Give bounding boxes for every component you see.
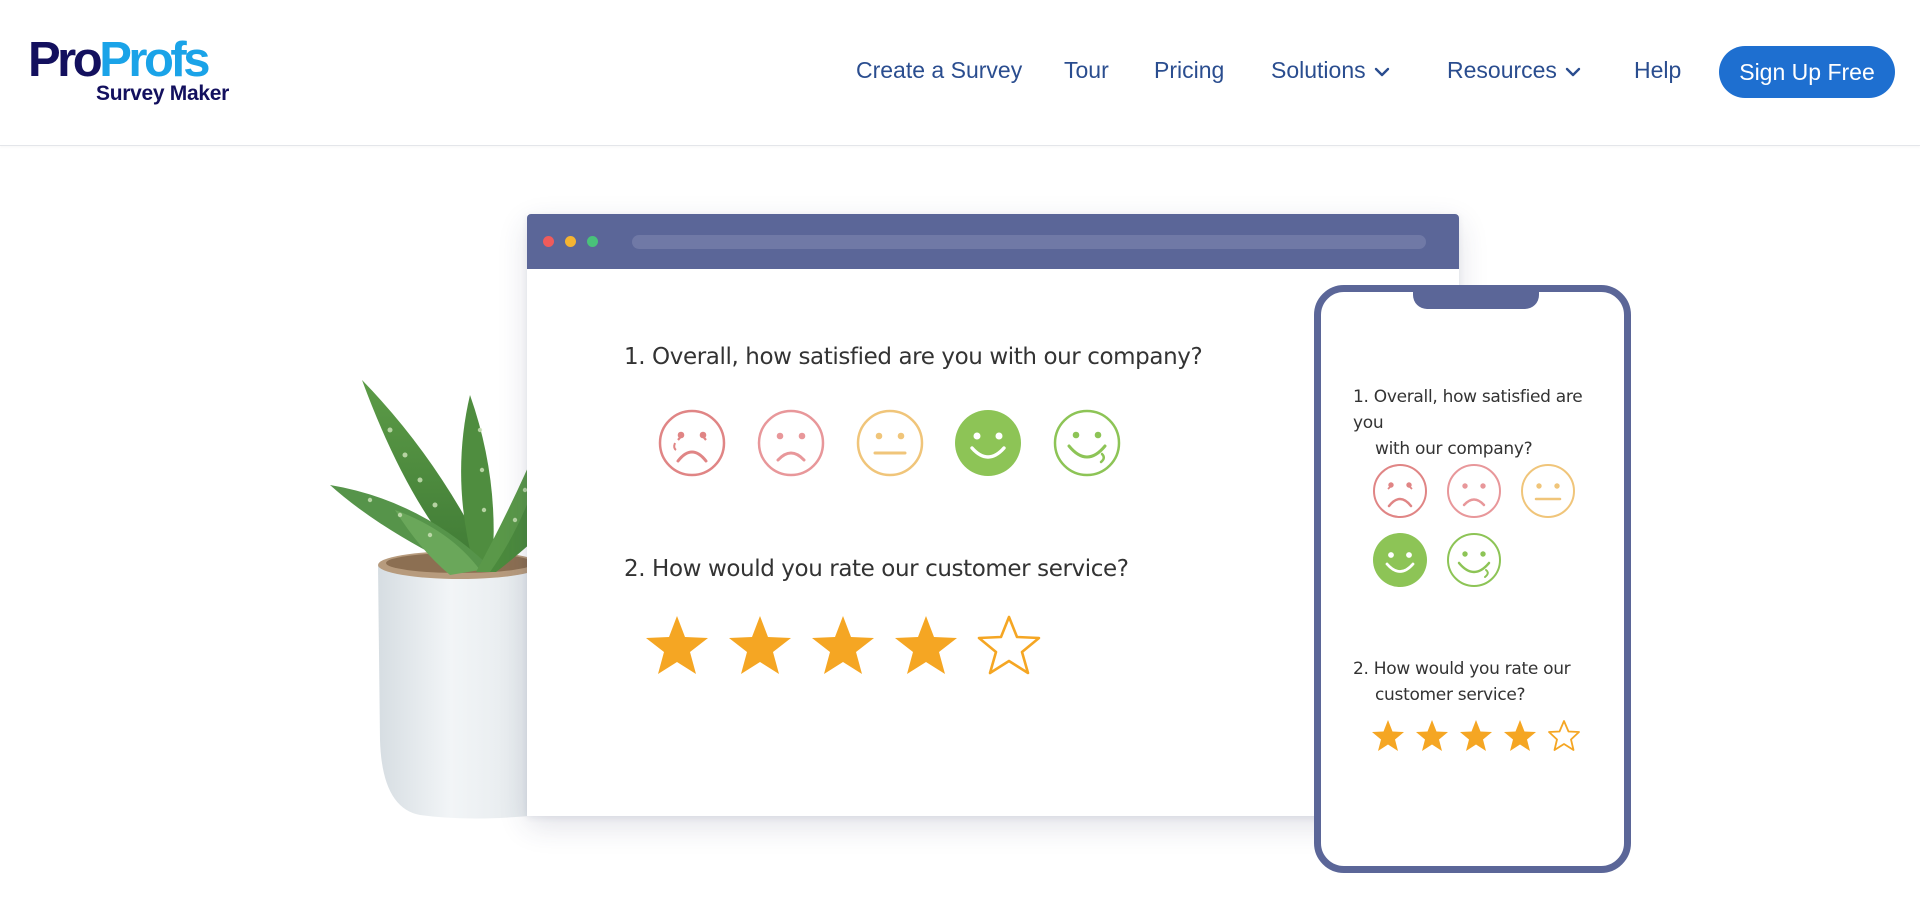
star-filled-icon[interactable]	[646, 616, 708, 674]
sign-up-free-button[interactable]: Sign Up Free	[1719, 46, 1895, 98]
mobile-star-rating	[1372, 720, 1580, 751]
site-header: ProProfs Survey Maker Create a Survey To…	[0, 0, 1920, 146]
very-dissatisfied-face-icon[interactable]	[1373, 464, 1427, 518]
phone-notch	[1413, 285, 1539, 309]
mobile-survey-question-1: 1. Overall, how satisfied are you with o…	[1353, 387, 1583, 459]
window-maximize-dot	[587, 236, 598, 247]
window-minimize-dot	[565, 236, 576, 247]
chevron-down-icon	[1374, 56, 1390, 83]
nav-pricing[interactable]: Pricing	[1154, 57, 1224, 84]
nav-solutions[interactable]: Solutions	[1271, 57, 1390, 85]
nav-tour[interactable]: Tour	[1064, 57, 1109, 84]
satisfaction-faces-row	[654, 406, 1174, 483]
mobile-satisfaction-faces	[1373, 464, 1575, 587]
very-satisfied-face-icon[interactable]	[1447, 533, 1501, 587]
satisfied-face-icon[interactable]	[1373, 533, 1427, 587]
star-filled-icon[interactable]	[1416, 720, 1448, 751]
star-filled-icon[interactable]	[1504, 720, 1536, 751]
dissatisfied-face-icon[interactable]	[757, 409, 825, 477]
star-filled-icon[interactable]	[1372, 720, 1404, 751]
star-rating-row	[645, 612, 1065, 685]
mobile-survey-question-2: 2. How would you rate our customer servi…	[1353, 659, 1571, 705]
star-empty-icon[interactable]	[977, 615, 1041, 675]
star-filled-icon[interactable]	[729, 616, 791, 674]
neutral-face-icon[interactable]	[856, 409, 924, 477]
browser-title-bar	[527, 214, 1459, 269]
star-filled-icon[interactable]	[812, 616, 874, 674]
star-filled-icon[interactable]	[1460, 720, 1492, 751]
very-satisfied-face-icon[interactable]	[1053, 409, 1121, 477]
survey-question-1: 1. Overall, how satisfied are you with o…	[624, 344, 1203, 370]
nav-help[interactable]: Help	[1634, 57, 1681, 84]
window-close-dot	[543, 236, 554, 247]
nav-create-survey[interactable]: Create a Survey	[856, 57, 1022, 84]
potted-plant-illustration	[330, 380, 540, 819]
satisfied-face-icon[interactable]	[955, 410, 1021, 476]
nav-resources[interactable]: Resources	[1447, 57, 1581, 85]
main-nav: Create a Survey Tour Pricing Solutions R…	[0, 0, 1920, 145]
browser-address-bar	[632, 235, 1426, 249]
neutral-face-icon[interactable]	[1521, 464, 1575, 518]
dissatisfied-face-icon[interactable]	[1447, 464, 1501, 518]
chevron-down-icon	[1565, 56, 1581, 83]
star-empty-icon[interactable]	[1548, 720, 1580, 751]
star-filled-icon[interactable]	[895, 616, 957, 674]
very-dissatisfied-face-icon[interactable]	[658, 409, 726, 477]
mobile-survey-preview: 1. Overall, how satisfied are you with o…	[1314, 285, 1631, 873]
survey-question-2: 2. How would you rate our customer servi…	[624, 556, 1129, 582]
